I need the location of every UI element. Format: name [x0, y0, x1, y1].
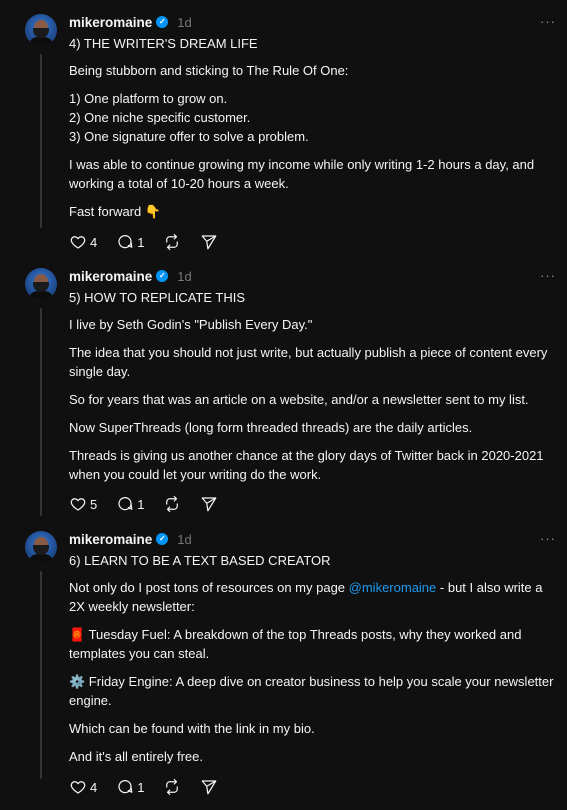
username[interactable]: mikeromaine [69, 532, 152, 547]
send-icon [202, 780, 217, 795]
reply-button[interactable]: 1 [116, 778, 144, 796]
intro-text: Not only do I post tons of resources on … [69, 580, 349, 595]
thread-line [40, 308, 42, 516]
username[interactable]: mikeromaine [69, 269, 152, 284]
send-icon [202, 235, 217, 250]
reply-button[interactable]: 1 [116, 495, 144, 513]
avatar[interactable] [25, 531, 57, 563]
more-options-icon[interactable]: ··· [540, 268, 556, 283]
send-icon [202, 497, 217, 512]
post-title: 6) LEARN TO BE A TEXT BASED CREATOR [69, 553, 331, 568]
timestamp[interactable]: 1d [177, 15, 191, 30]
avatar[interactable] [25, 268, 57, 300]
heart-icon [70, 781, 86, 794]
post-actions: 4 1 [69, 778, 237, 796]
timestamp[interactable]: 1d [177, 269, 191, 284]
repost-icon [166, 778, 179, 796]
repost-button[interactable] [163, 778, 181, 796]
post-header: mikeromaine ✓ 1d [69, 268, 192, 284]
repost-button[interactable] [163, 233, 181, 251]
post-paragraph: ⚙️ Friday Engine: A deep dive on creator… [69, 674, 554, 708]
post-paragraph: Fast forward 👇 [69, 204, 162, 219]
share-button[interactable] [200, 233, 218, 251]
avatar[interactable] [25, 14, 57, 46]
post-paragraph: Threads is giving us another chance at t… [69, 448, 544, 482]
mention-link[interactable]: @mikeromaine [349, 580, 437, 595]
post-paragraph: 🧧 Tuesday Fuel: A breakdown of the top T… [69, 627, 522, 661]
like-button[interactable]: 4 [69, 778, 97, 796]
post-body: 4) THE WRITER'S DREAM LIFE Being stubbor… [69, 34, 559, 230]
thread-line [40, 571, 42, 779]
share-button[interactable] [200, 778, 218, 796]
share-button[interactable] [200, 495, 218, 513]
post-body: 5) HOW TO REPLICATE THIS I live by Seth … [69, 288, 559, 493]
post-paragraph: Not only do I post tons of resources on … [69, 578, 559, 616]
post-body: 6) LEARN TO BE A TEXT BASED CREATOR Not … [69, 551, 559, 775]
like-count: 4 [90, 234, 98, 250]
like-count: 5 [90, 496, 98, 512]
thread-line [40, 54, 42, 228]
repost-icon [166, 233, 179, 251]
repost-icon [166, 495, 179, 513]
heart-icon [70, 236, 86, 249]
post-paragraph: Being stubborn and sticking to The Rule … [69, 63, 349, 78]
like-count: 4 [90, 779, 98, 795]
verified-badge-icon: ✓ [156, 16, 169, 28]
post-title: 4) THE WRITER'S DREAM LIFE [69, 36, 258, 51]
post-header: mikeromaine ✓ 1d [69, 14, 192, 30]
post-paragraph: I was able to continue growing my income… [69, 157, 535, 191]
repost-button[interactable] [163, 495, 181, 513]
heart-icon [70, 498, 86, 511]
comment-icon [118, 780, 133, 794]
more-options-icon[interactable]: ··· [540, 531, 556, 546]
comment-icon [118, 235, 133, 249]
post-paragraph: Now SuperThreads (long form threaded thr… [69, 420, 473, 435]
verified-badge-icon: ✓ [156, 533, 169, 545]
like-button[interactable]: 5 [69, 495, 97, 513]
like-button[interactable]: 4 [69, 233, 97, 251]
post-paragraph: And it's all entirely free. [69, 749, 203, 764]
post-paragraph: The idea that you should not just write,… [69, 345, 548, 379]
verified-badge-icon: ✓ [156, 270, 169, 282]
reply-button[interactable]: 1 [116, 233, 144, 251]
post-header: mikeromaine ✓ 1d [69, 531, 192, 547]
post-title: 5) HOW TO REPLICATE THIS [69, 290, 246, 305]
post-actions: 5 1 [69, 495, 237, 513]
post-paragraph: Which can be found with the link in my b… [69, 721, 315, 736]
reply-count: 1 [137, 234, 145, 250]
more-options-icon[interactable]: ··· [540, 14, 556, 29]
reply-count: 1 [137, 779, 145, 795]
post-paragraph: I live by Seth Godin's "Publish Every Da… [69, 317, 313, 332]
comment-icon [118, 497, 133, 511]
post-paragraph: So for years that was an article on a we… [69, 392, 529, 407]
reply-count: 1 [137, 496, 145, 512]
username[interactable]: mikeromaine [69, 15, 152, 30]
timestamp[interactable]: 1d [177, 532, 191, 547]
post-actions: 4 1 [69, 233, 237, 251]
post-paragraph: 1) One platform to grow on. 2) One niche… [69, 91, 309, 144]
